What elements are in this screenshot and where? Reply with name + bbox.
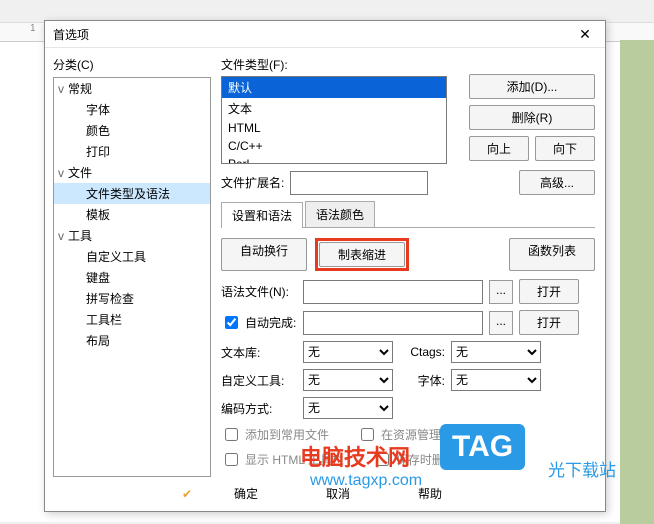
autocomplete-checkbox[interactable] bbox=[225, 316, 238, 329]
tree-item[interactable]: v常规 bbox=[54, 78, 210, 99]
tab-syntax-colors[interactable]: 语法颜色 bbox=[305, 201, 375, 227]
encoding-label: 编码方式: bbox=[221, 400, 297, 417]
filetype-listbox[interactable]: 默认文本HTMLC/C++Perl bbox=[221, 76, 447, 164]
tree-item[interactable]: 打印 bbox=[54, 141, 210, 162]
browse-syntax-button[interactable]: ... bbox=[489, 280, 513, 304]
ext-label: 文件扩展名: bbox=[221, 174, 284, 191]
tree-toggle-icon[interactable]: v bbox=[58, 82, 68, 96]
remove-button[interactable]: 删除(R) bbox=[469, 105, 595, 130]
filetype-label: 文件类型(F): bbox=[221, 56, 447, 73]
down-button[interactable]: 向下 bbox=[535, 136, 595, 161]
filetype-item[interactable]: HTML bbox=[222, 119, 446, 137]
open-syntax-button[interactable]: 打开 bbox=[519, 279, 579, 304]
highlight-box: 制表缩进 bbox=[315, 238, 409, 271]
category-tree[interactable]: v常规字体颜色打印v文件文件类型及语法模板v工具自定义工具键盘拼写检查工具栏布局 bbox=[53, 77, 211, 477]
tree-item[interactable]: 布局 bbox=[54, 330, 210, 351]
filetype-item[interactable]: 文本 bbox=[222, 98, 446, 119]
watermark-url: www.tagxp.com bbox=[310, 472, 422, 490]
tree-item[interactable]: 自定义工具 bbox=[54, 246, 210, 267]
textlib-select[interactable]: 无 bbox=[303, 341, 393, 363]
tree-item[interactable]: 颜色 bbox=[54, 120, 210, 141]
filetype-item[interactable]: Perl bbox=[222, 155, 446, 164]
dialog-titlebar: 首选项 ✕ bbox=[45, 21, 605, 48]
font-label: 字体: bbox=[399, 372, 445, 389]
filetype-item[interactable]: 默认 bbox=[222, 77, 446, 98]
close-icon[interactable]: ✕ bbox=[573, 24, 597, 44]
tree-item[interactable]: 文件类型及语法 bbox=[54, 183, 210, 204]
autowrap-button[interactable]: 自动换行 bbox=[221, 238, 307, 271]
dialog-title: 首选项 bbox=[53, 26, 89, 43]
tree-item[interactable]: v工具 bbox=[54, 225, 210, 246]
syntaxfile-input[interactable] bbox=[303, 280, 483, 304]
open-autocomplete-button[interactable]: 打开 bbox=[519, 310, 579, 335]
tree-item[interactable]: 字体 bbox=[54, 99, 210, 120]
autocomplete-check[interactable]: 自动完成: bbox=[221, 313, 297, 332]
category-label: 分类(C) bbox=[53, 56, 211, 73]
watermark-tag: TAG bbox=[440, 424, 525, 470]
autocomplete-input[interactable] bbox=[303, 311, 483, 335]
background-panel bbox=[620, 40, 654, 524]
add-button[interactable]: 添加(D)... bbox=[469, 74, 595, 99]
tab-settings-syntax[interactable]: 设置和语法 bbox=[221, 202, 303, 228]
browse-autocomplete-button[interactable]: ... bbox=[489, 311, 513, 335]
tree-item[interactable]: 键盘 bbox=[54, 267, 210, 288]
textlib-label: 文本库: bbox=[221, 344, 297, 361]
syntaxfile-label: 语法文件(N): bbox=[221, 283, 297, 300]
ok-icon: ✔ bbox=[182, 487, 192, 501]
advanced-button[interactable]: 高级... bbox=[519, 170, 595, 195]
encoding-select[interactable]: 无 bbox=[303, 397, 393, 419]
function-list-button[interactable]: 函数列表 bbox=[509, 238, 595, 271]
tree-item[interactable]: 拼写检查 bbox=[54, 288, 210, 309]
ctags-label: Ctags: bbox=[399, 345, 445, 359]
tree-toggle-icon[interactable]: v bbox=[58, 166, 68, 180]
tree-item[interactable]: 模板 bbox=[54, 204, 210, 225]
toolbar-icon bbox=[4, 3, 20, 19]
filetype-item[interactable]: C/C++ bbox=[222, 137, 446, 155]
customtool-label: 自定义工具: bbox=[221, 372, 297, 389]
tree-toggle-icon[interactable]: v bbox=[58, 229, 68, 243]
tree-item[interactable]: 工具栏 bbox=[54, 309, 210, 330]
tree-item[interactable]: v文件 bbox=[54, 162, 210, 183]
customtool-select[interactable]: 无 bbox=[303, 369, 393, 391]
font-select[interactable]: 无 bbox=[451, 369, 541, 391]
watermark-site: 光下载站 bbox=[548, 456, 616, 481]
watermark-text: 电脑技术网 bbox=[300, 440, 410, 472]
ext-input[interactable] bbox=[290, 171, 428, 195]
up-button[interactable]: 向上 bbox=[469, 136, 529, 161]
tab-indent-button[interactable]: 制表缩进 bbox=[319, 242, 405, 267]
ok-button[interactable]: 确定 bbox=[208, 482, 284, 505]
ctags-select[interactable]: 无 bbox=[451, 341, 541, 363]
